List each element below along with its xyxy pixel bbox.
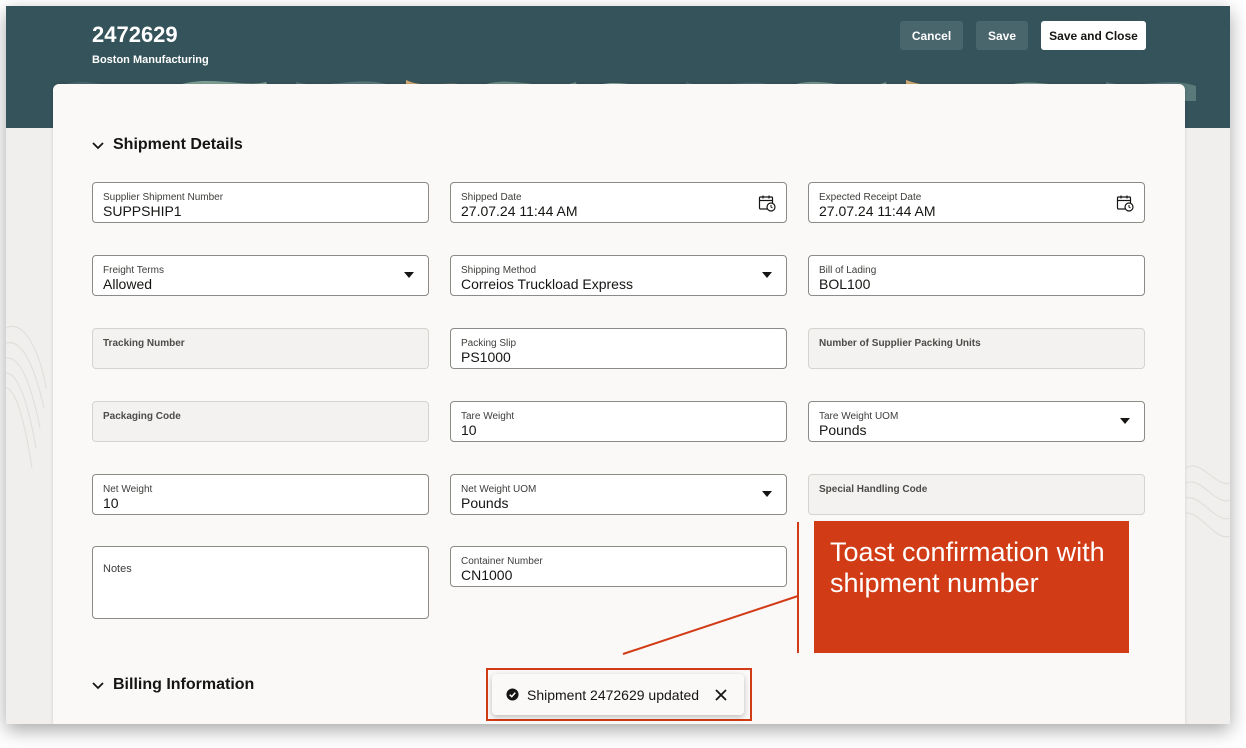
check-circle-icon xyxy=(506,688,519,701)
close-icon[interactable] xyxy=(714,688,728,702)
callout-divider xyxy=(797,522,799,653)
toast-message: Shipment 2472629 updated xyxy=(527,686,700,703)
toast-notification: Shipment 2472629 updated xyxy=(492,674,744,715)
callout-annotation: Toast confirmation with shipment number xyxy=(814,521,1129,653)
app-window: 2472629 Boston Manufacturing Cancel Save… xyxy=(6,6,1230,724)
